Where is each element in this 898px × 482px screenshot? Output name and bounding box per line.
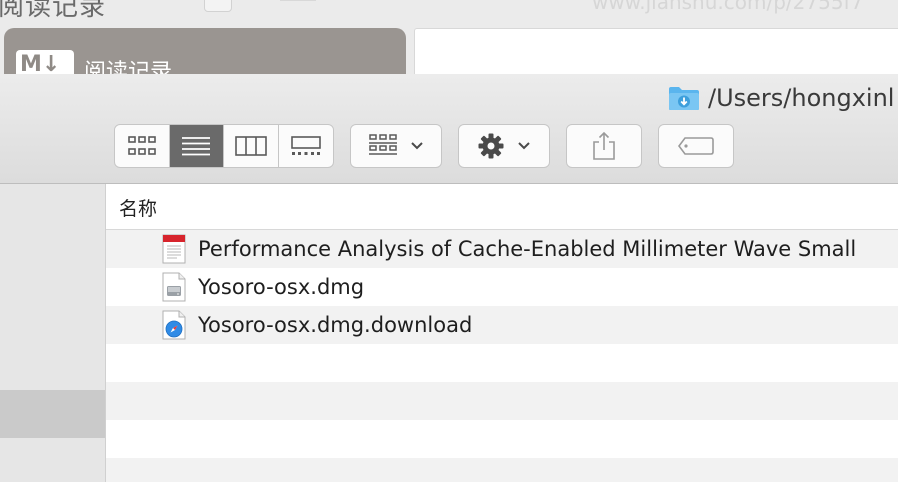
file-row[interactable]: Yosoro-osx.dmg [106, 268, 898, 306]
tag-icon [678, 137, 714, 155]
list-header: 名称 [106, 184, 898, 230]
sidebar [0, 184, 106, 482]
tag-button[interactable] [658, 124, 734, 168]
screen: 阅读记录 www.jianshu.com/p/2755f7 M↓ 阅读记录 /U… [0, 0, 898, 482]
finder-toolbar: /Users/hongxinl [0, 74, 898, 184]
action-button[interactable] [458, 124, 550, 168]
sidebar-selected-item[interactable] [0, 390, 105, 438]
file-row[interactable]: Performance Analysis of Cache-Enabled Mi… [106, 230, 898, 268]
list-view-button[interactable] [169, 125, 224, 167]
empty-row [106, 458, 898, 482]
file-name: Yosoro-osx.dmg.download [198, 313, 473, 337]
pdf-document-icon [162, 234, 186, 264]
finder-window: /Users/hongxinl 名称 Performance Analysis … [0, 74, 898, 482]
column-header-name[interactable]: 名称 [119, 194, 157, 221]
group-by-icon [369, 134, 397, 155]
chevron-down-icon [411, 142, 423, 150]
file-name: Yosoro-osx.dmg [198, 275, 365, 299]
background-toolbar-button[interactable] [204, 0, 232, 12]
chevron-down-icon [518, 142, 530, 150]
path-bar[interactable]: /Users/hongxinl [668, 82, 894, 114]
safari-download-icon [162, 310, 186, 340]
icon-view-icon [127, 136, 156, 155]
share-button[interactable] [566, 124, 642, 168]
empty-row [106, 420, 898, 458]
list-view-icon [182, 137, 211, 156]
background-window-title: 阅读记录 [0, 0, 107, 22]
column-view-button[interactable] [224, 125, 279, 167]
file-row[interactable]: Yosoro-osx.dmg.download [106, 306, 898, 344]
view-mode-segmented-control [114, 124, 334, 168]
background-menu-icon[interactable] [280, 0, 316, 8]
gear-icon [478, 133, 504, 159]
path-text: /Users/hongxinl [708, 84, 895, 112]
gallery-view-button[interactable] [279, 125, 334, 167]
icon-view-button[interactable] [115, 125, 170, 167]
gallery-view-icon [290, 136, 321, 155]
background-browser-window: 阅读记录 www.jianshu.com/p/2755f7 M↓ 阅读记录 [0, 0, 898, 88]
background-url-text: www.jianshu.com/p/2755f7 [592, 0, 864, 14]
downloads-folder-icon [669, 87, 699, 110]
column-view-icon [234, 136, 267, 156]
empty-row [106, 344, 898, 382]
file-list: 名称 Performance Analysis of Cache-Enabled… [106, 184, 898, 482]
disk-image-icon [162, 272, 186, 302]
share-icon [593, 131, 615, 160]
empty-row [106, 382, 898, 420]
file-rows: Performance Analysis of Cache-Enabled Mi… [106, 230, 898, 482]
file-name: Performance Analysis of Cache-Enabled Mi… [198, 237, 857, 261]
arrange-button[interactable] [350, 124, 442, 168]
